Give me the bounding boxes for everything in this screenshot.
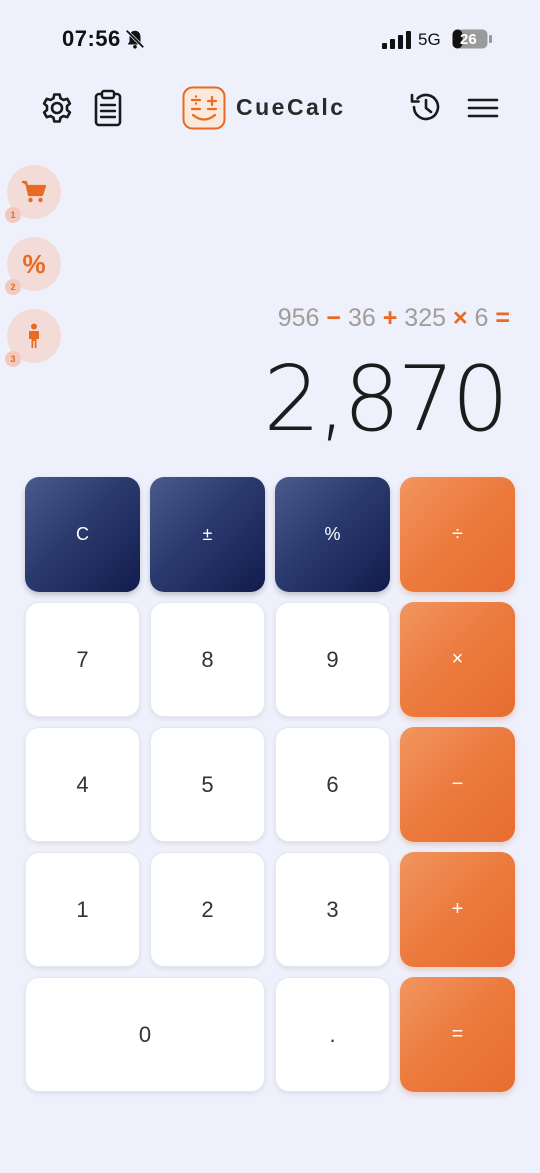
shopping-cart-icon — [22, 180, 47, 203]
digit-0-button[interactable]: 0 — [25, 977, 265, 1092]
result-display: 2,870 — [263, 347, 509, 452]
multiply-button[interactable]: × — [400, 602, 515, 717]
cue-percent-button[interactable]: % 2 — [5, 237, 61, 295]
operand: 325 — [404, 304, 447, 332]
digit-9-button[interactable]: 9 — [275, 602, 390, 717]
percent-button[interactable]: % — [275, 477, 390, 592]
digit-5-button[interactable]: 5 — [150, 727, 265, 842]
clear-button[interactable]: C — [25, 477, 140, 592]
digit-6-button[interactable]: 6 — [275, 727, 390, 842]
clipboard-icon — [94, 89, 122, 127]
cue-index-badge: 1 — [5, 207, 21, 223]
operator: + — [382, 304, 398, 332]
digit-1-button[interactable]: 1 — [25, 852, 140, 967]
subtract-button[interactable]: − — [400, 727, 515, 842]
digit-3-button[interactable]: 3 — [275, 852, 390, 967]
digit-4-button[interactable]: 4 — [25, 727, 140, 842]
divide-button[interactable]: ÷ — [400, 477, 515, 592]
status-time: 07:56 — [62, 26, 121, 51]
battery-indicator: 26 — [452, 29, 492, 49]
operator: × — [452, 304, 468, 332]
operand: 6 — [474, 304, 489, 332]
app-logo — [182, 86, 226, 130]
settings-button[interactable] — [38, 89, 76, 127]
operand: 36 — [347, 304, 376, 332]
app-title: CueCalc — [236, 94, 346, 120]
cue-index-badge: 2 — [5, 279, 21, 295]
operand: 956 — [277, 304, 320, 332]
calculator-face-icon — [182, 86, 226, 130]
decimal-button[interactable]: . — [275, 977, 390, 1092]
network-type: 5G — [418, 30, 441, 49]
person-icon — [29, 323, 39, 348]
signal-icon — [382, 31, 411, 49]
digit-7-button[interactable]: 7 — [25, 602, 140, 717]
clipboard-button[interactable] — [90, 88, 126, 128]
equals-button[interactable]: = — [400, 977, 515, 1092]
digit-2-button[interactable]: 2 — [150, 852, 265, 967]
operator: − — [326, 304, 342, 332]
bell-muted-icon — [125, 29, 145, 49]
history-button[interactable] — [406, 88, 444, 126]
history-icon — [410, 93, 440, 121]
gear-icon — [42, 93, 72, 123]
sign-toggle-button[interactable]: ± — [150, 477, 265, 592]
battery-level: 26 — [460, 31, 477, 48]
digit-8-button[interactable]: 8 — [150, 602, 265, 717]
cue-person-button[interactable]: 3 — [5, 309, 61, 367]
percent-label: % — [22, 248, 46, 279]
equals-sign: = — [495, 304, 510, 332]
expression-display: 956 − 36 + 325 × 6 = — [278, 304, 510, 333]
cue-shopping-button[interactable]: 1 — [5, 165, 61, 223]
cue-index-badge: 3 — [5, 351, 21, 367]
add-button[interactable]: + — [400, 852, 515, 967]
menu-button[interactable] — [464, 92, 502, 124]
hamburger-menu-icon — [467, 98, 499, 118]
